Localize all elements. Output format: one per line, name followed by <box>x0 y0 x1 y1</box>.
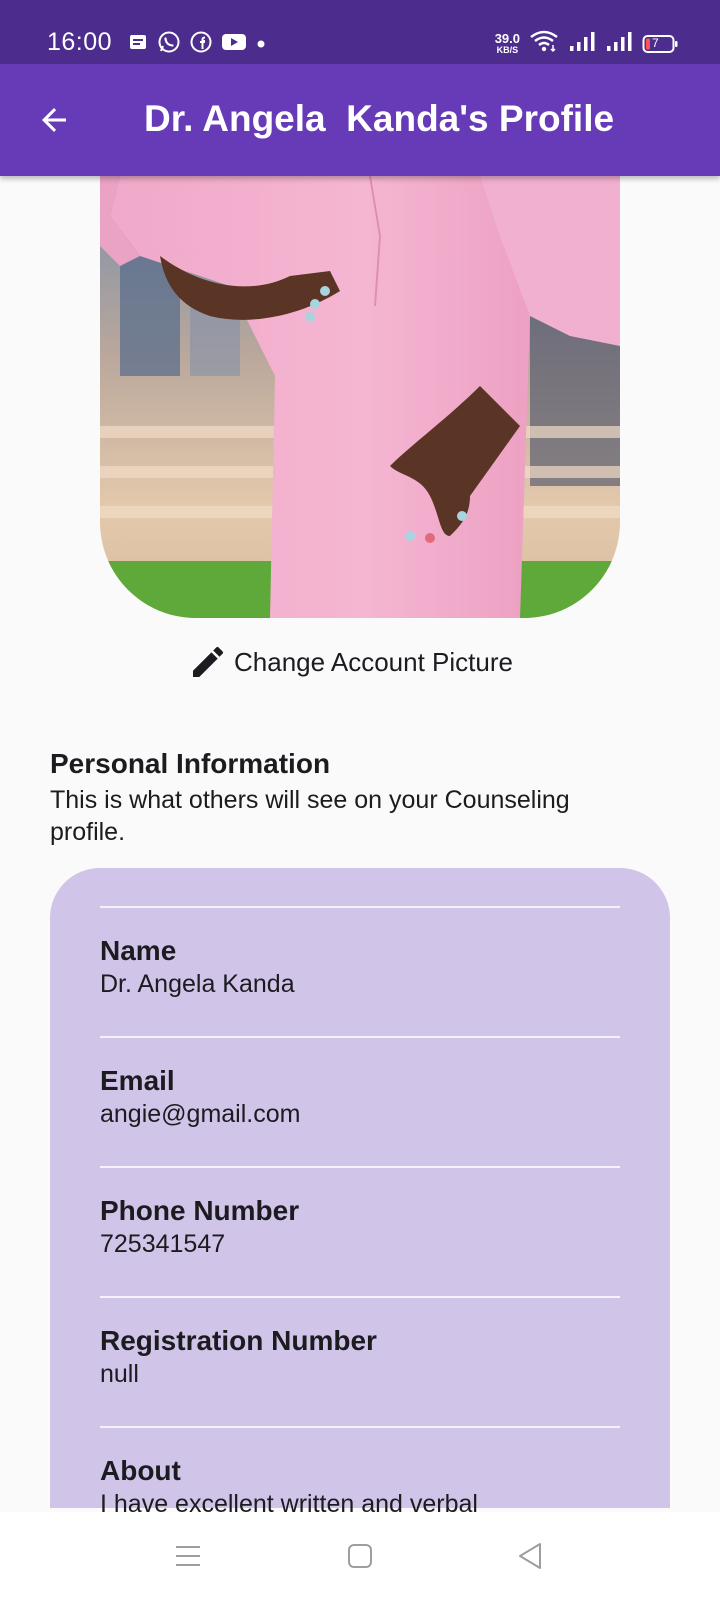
pencil-icon <box>193 646 224 677</box>
net-speed: 39.0 KB/S <box>495 32 520 55</box>
menu-button[interactable] <box>172 1540 204 1572</box>
wifi-icon <box>529 29 559 58</box>
info-label: About <box>100 1455 181 1486</box>
back-button[interactable] <box>26 92 82 148</box>
signal-icon <box>605 30 633 57</box>
info-label: Email <box>100 1065 175 1096</box>
status-bar: 16:00 39.0 KB/S 7 <box>0 0 720 64</box>
info-row-phone[interactable]: Phone Number 725341547 <box>100 1166 620 1260</box>
info-value: 725341547 <box>100 1230 226 1258</box>
dot-icon <box>256 36 266 54</box>
battery-level: 7 <box>652 35 659 50</box>
change-picture-label: Change Account Picture <box>234 646 513 677</box>
status-time: 16:00 <box>47 28 113 56</box>
info-row-email[interactable]: Email angie@gmail.com <box>100 1036 620 1130</box>
home-square-icon <box>348 1544 372 1568</box>
section-subtitle: This is what others will see on your Cou… <box>50 786 570 846</box>
info-card: Name Dr. Angela Kanda Email angie@gmail.… <box>50 868 670 1518</box>
youtube-icon <box>221 32 247 57</box>
profile-photo[interactable] <box>100 176 620 618</box>
page-title: Dr. Angela Kanda's Profile <box>144 98 615 139</box>
info-value: null <box>100 1360 139 1388</box>
section-title: Personal Information <box>50 748 331 779</box>
info-row-registration[interactable]: Registration Number null <box>100 1296 620 1390</box>
message-icon <box>128 32 148 57</box>
menu-icon <box>176 1546 200 1566</box>
app-bar: Dr. Angela Kanda's Profile <box>0 64 720 176</box>
system-nav-bar <box>0 1512 720 1600</box>
facebook-icon <box>190 31 212 58</box>
info-row-about[interactable]: About I have excellent written and verba… <box>100 1426 620 1520</box>
system-back-button[interactable] <box>514 1540 546 1572</box>
signal-icon <box>568 30 596 57</box>
info-label: Phone Number <box>100 1195 300 1226</box>
back-triangle-icon <box>519 1543 541 1569</box>
info-row-name[interactable]: Name Dr. Angela Kanda <box>100 906 620 1000</box>
home-button[interactable] <box>344 1540 376 1572</box>
battery-icon: 7 <box>642 34 678 54</box>
whatsapp-icon <box>157 30 181 59</box>
info-value: Dr. Angela Kanda <box>100 970 295 998</box>
system-icons: 39.0 KB/S 7 <box>495 29 678 58</box>
info-label: Registration Number <box>100 1325 377 1356</box>
net-speed-value: 39.0 <box>494 31 520 46</box>
notification-icons <box>128 30 266 59</box>
net-speed-unit: KB/S <box>496 45 519 55</box>
arrow-back-icon <box>42 108 66 132</box>
info-label: Name <box>100 935 177 966</box>
change-picture-button[interactable]: Change Account Picture <box>188 642 513 682</box>
info-value: angie@gmail.com <box>100 1100 301 1128</box>
